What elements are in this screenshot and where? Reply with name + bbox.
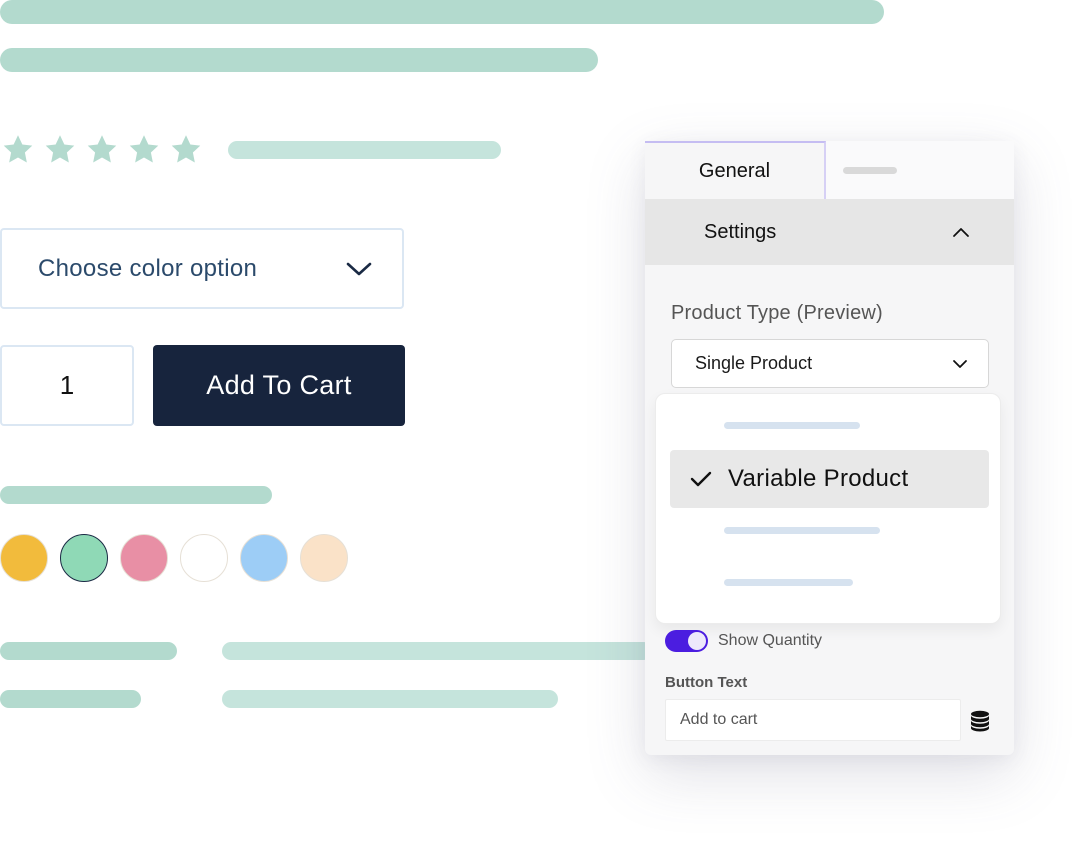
quantity-input[interactable]: 1	[0, 345, 134, 426]
color-swatch-yellow[interactable]	[0, 534, 48, 582]
tab-general[interactable]: General	[645, 141, 826, 199]
star-icon	[84, 132, 120, 168]
color-swatch-peach[interactable]	[300, 534, 348, 582]
swatch-label-placeholder	[0, 486, 272, 504]
color-swatch-pink[interactable]	[120, 534, 168, 582]
settings-section-header[interactable]: Settings	[645, 199, 1014, 265]
star-icon	[168, 132, 204, 168]
meta-placeholder-label-2	[0, 690, 141, 708]
color-swatch-blue[interactable]	[240, 534, 288, 582]
chevron-down-icon	[346, 261, 372, 277]
star-icon	[0, 132, 36, 168]
checkmark-icon	[690, 471, 712, 487]
chevron-up-icon	[952, 227, 970, 238]
settings-section-title: Settings	[704, 220, 777, 243]
tab-label-placeholder	[843, 166, 897, 174]
meta-placeholder-label-1	[0, 642, 177, 660]
dropdown-option-placeholder[interactable]	[724, 579, 853, 586]
color-option-placeholder: Choose color option	[38, 254, 258, 282]
dropdown-option-variable-product[interactable]: Variable Product	[670, 450, 989, 508]
star-icon	[126, 132, 162, 168]
chevron-down-icon	[952, 359, 968, 369]
dropdown-option-placeholder[interactable]	[724, 527, 880, 534]
dropdown-option-label: Variable Product	[728, 465, 909, 492]
color-swatches	[0, 534, 348, 582]
settings-panel: General Settings Product Type (Preview) …	[645, 141, 1014, 755]
product-type-select[interactable]: Single Product	[671, 339, 989, 388]
title-placeholder-line-2	[0, 48, 598, 72]
color-option-select[interactable]: Choose color option	[0, 228, 404, 309]
color-swatch-white[interactable]	[180, 534, 228, 582]
button-text-input[interactable]	[665, 699, 961, 741]
database-icon[interactable]	[970, 710, 990, 732]
product-type-label: Product Type (Preview)	[671, 302, 883, 324]
product-type-dropdown: Variable Product	[655, 393, 1001, 624]
button-text-label: Button Text	[665, 674, 748, 691]
meta-placeholder-value-2	[222, 690, 558, 708]
show-quantity-toggle[interactable]	[665, 630, 708, 652]
dropdown-option-placeholder[interactable]	[724, 422, 860, 429]
toggle-knob	[688, 632, 706, 650]
color-swatch-green[interactable]	[60, 534, 108, 582]
add-to-cart-button[interactable]: Add To Cart	[153, 345, 405, 426]
rating-placeholder-line	[228, 141, 501, 159]
title-placeholder-line-1	[0, 0, 884, 24]
show-quantity-row: Show Quantity	[665, 630, 822, 652]
tab-secondary[interactable]	[826, 141, 1014, 199]
product-type-value: Single Product	[695, 353, 813, 373]
panel-tabs: General	[645, 141, 1014, 199]
star-rating	[0, 132, 204, 168]
show-quantity-label: Show Quantity	[718, 632, 823, 649]
meta-placeholder-value-1	[222, 642, 652, 660]
star-icon	[42, 132, 78, 168]
